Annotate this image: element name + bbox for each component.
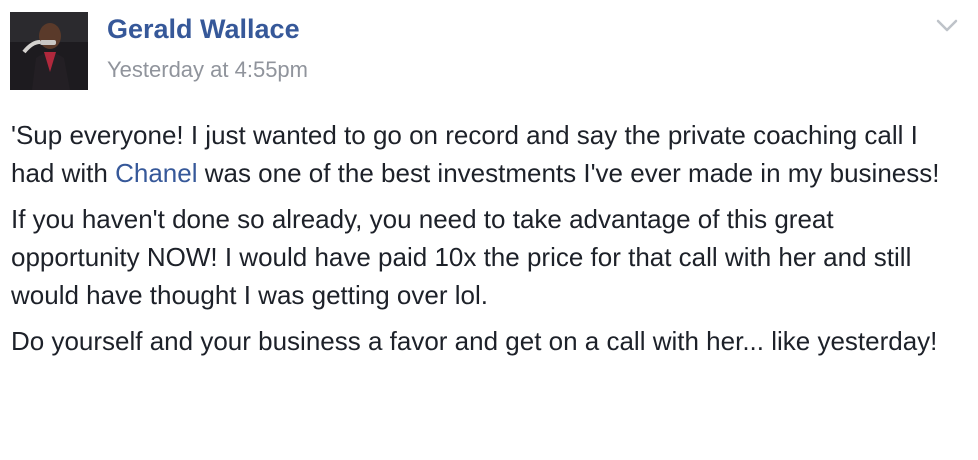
- author-name[interactable]: Gerald Wallace: [107, 14, 300, 45]
- post-paragraph-2: If you haven't done so already, you need…: [11, 204, 912, 310]
- post-body: 'Sup everyone! I just wanted to go on re…: [11, 116, 961, 368]
- post-paragraph-3: Do yourself and your business a favor an…: [11, 326, 938, 356]
- post-timestamp[interactable]: Yesterday at 4:55pm: [107, 57, 308, 83]
- chevron-down-icon[interactable]: [932, 10, 962, 40]
- post-paragraph-1: 'Sup everyone! I just wanted to go on re…: [11, 116, 961, 192]
- facebook-post: Gerald Wallace Yesterday at 4:55pm 'Sup …: [0, 0, 978, 460]
- paragraph-text: was one of the best investments I've eve…: [197, 158, 940, 188]
- profile-photo-icon: [10, 12, 88, 90]
- avatar[interactable]: [10, 12, 88, 90]
- mention-link[interactable]: Chanel: [115, 158, 197, 188]
